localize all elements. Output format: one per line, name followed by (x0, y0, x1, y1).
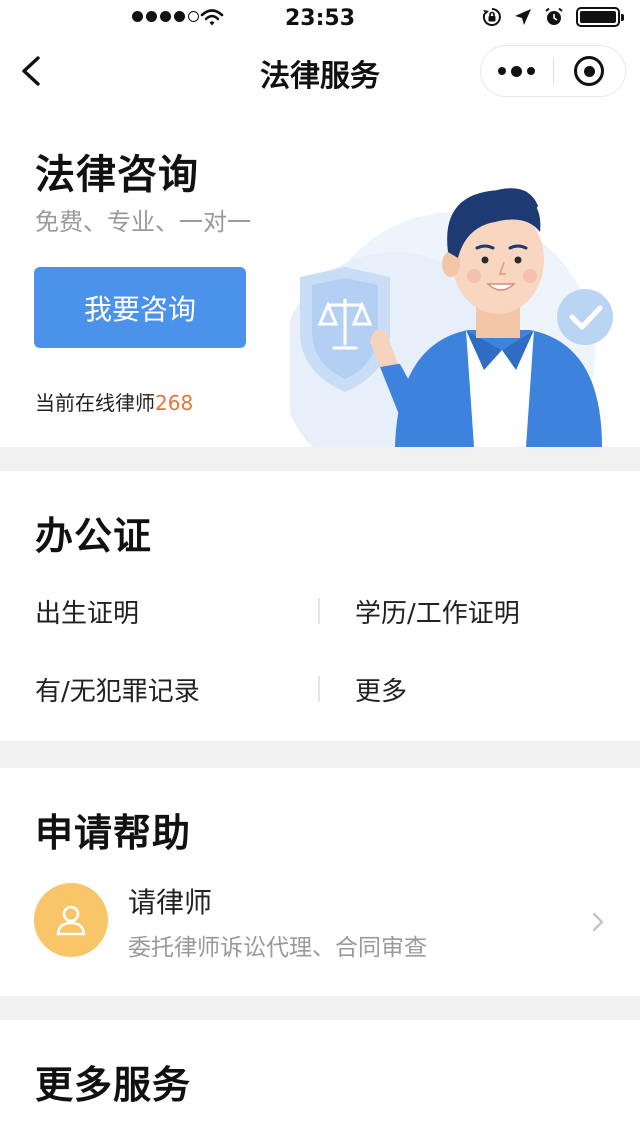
location-arrow-icon (515, 9, 531, 25)
close-mini-program-icon[interactable] (554, 45, 626, 97)
lawyers-online: 当前在线律师268 (35, 387, 193, 416)
certificates-title: 办公证 (35, 514, 153, 558)
more-dots-icon[interactable] (481, 45, 553, 97)
alarm-icon (545, 7, 563, 25)
cert-divider (318, 598, 320, 624)
certificates-section: 办公证 出生证明 学历/工作证明 有/无犯罪记录 更多 (0, 471, 640, 741)
cert-item-birth[interactable]: 出生证明 (35, 593, 139, 630)
section-gap (0, 996, 640, 1020)
person-icon[interactable] (34, 883, 108, 957)
cert-item-more[interactable]: 更多 (355, 671, 407, 708)
consult-button[interactable]: 我要咨询 (34, 267, 246, 348)
cert-item-education-work[interactable]: 学历/工作证明 (355, 593, 520, 630)
status-bar: 23:53 (0, 0, 640, 40)
consult-title: 法律咨询 (35, 152, 199, 198)
lawyer-illustration (290, 188, 613, 447)
mini-program-capsule (480, 45, 626, 97)
battery-icon (576, 7, 624, 27)
nav-bar: 法律服务 (0, 40, 640, 102)
help-section: 申请帮助 请律师 委托律师诉讼代理、合同审查 (0, 768, 640, 996)
more-services-section: 更多服务 (0, 1020, 640, 1138)
lock-rotation-icon (482, 8, 501, 26)
chevron-right-icon[interactable] (590, 910, 606, 934)
hire-lawyer-title[interactable]: 请律师 (128, 881, 212, 921)
more-services-title: 更多服务 (35, 1063, 192, 1107)
cert-item-criminal-record[interactable]: 有/无犯罪记录 (35, 671, 200, 708)
consult-subtitle: 免费、专业、一对一 (35, 208, 251, 236)
section-gap (0, 447, 640, 471)
lawyers-online-count: 268 (155, 391, 194, 415)
legal-consult-card: 法律咨询 免费、专业、一对一 我要咨询 当前在线律师268 (0, 102, 640, 447)
section-gap (0, 741, 640, 768)
hire-lawyer-desc: 委托律师诉讼代理、合同审查 (128, 935, 427, 961)
help-title: 申请帮助 (35, 811, 192, 855)
lawyers-online-label: 当前在线律师 (35, 391, 155, 415)
cert-divider (318, 676, 320, 702)
